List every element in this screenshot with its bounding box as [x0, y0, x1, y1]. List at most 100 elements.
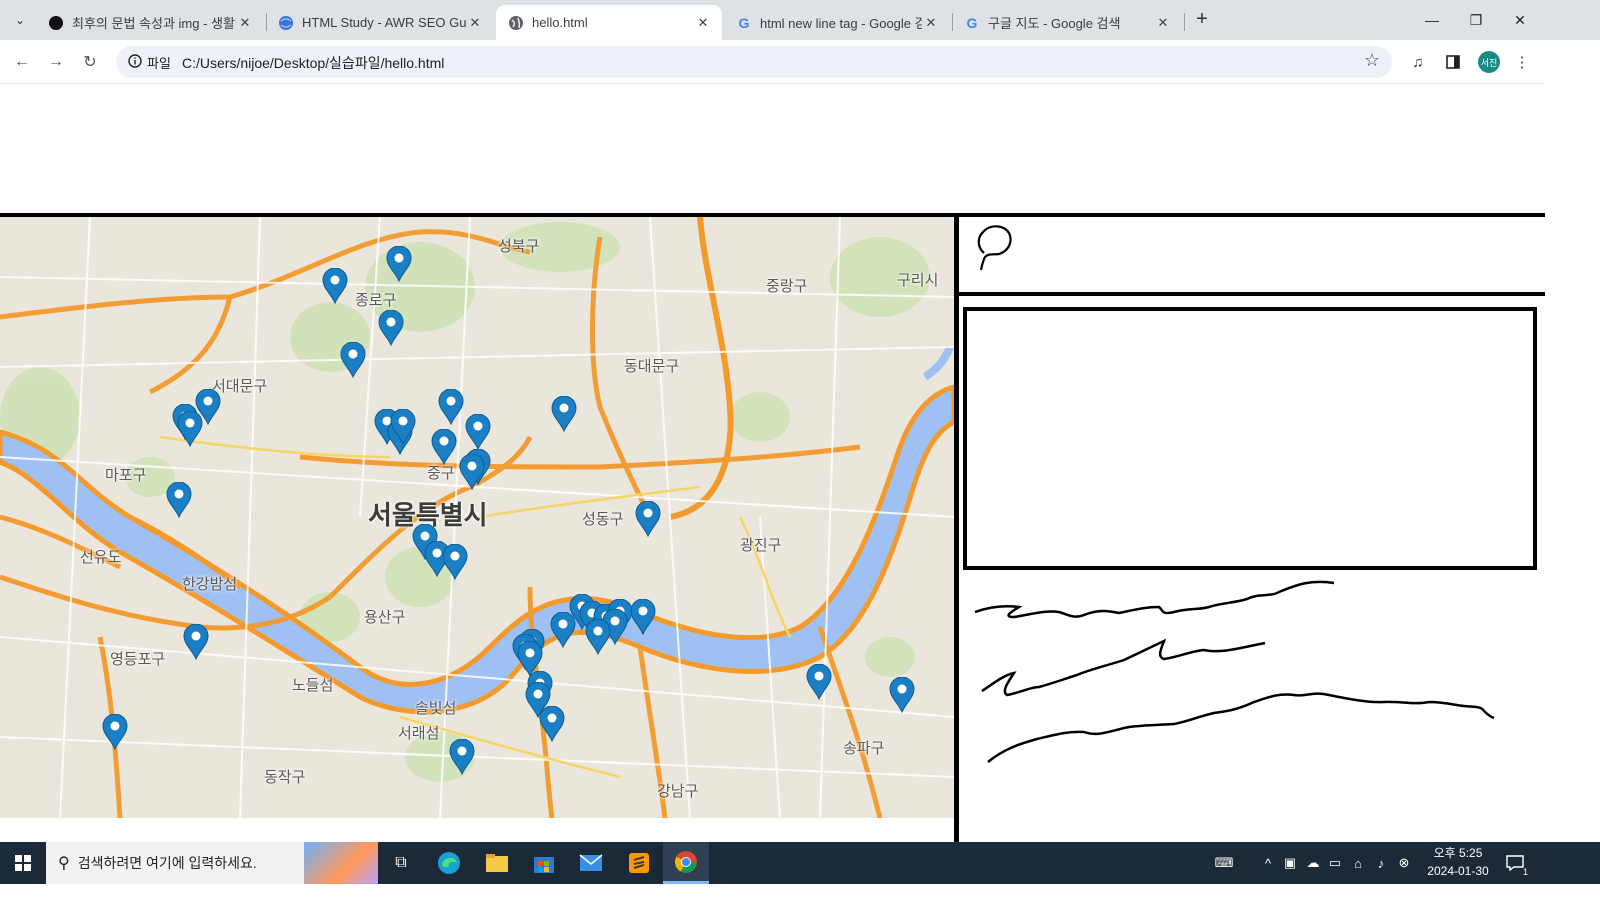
- close-window-button[interactable]: ✕: [1498, 0, 1542, 40]
- address-bar[interactable]: 파일 C:/Users/nijoe/Desktop/실습파일/hello.htm…: [116, 46, 1392, 78]
- map-pin-icon[interactable]: [166, 481, 192, 519]
- map-pin-icon[interactable]: [438, 388, 464, 426]
- kebab-menu-icon[interactable]: ⋮: [1511, 51, 1533, 73]
- close-icon[interactable]: ✕: [922, 15, 940, 31]
- store-app[interactable]: [521, 842, 567, 884]
- map-label: 동대문구: [624, 358, 680, 375]
- tab-2[interactable]: HTML Study - AWR SEO Guide ✕: [266, 5, 494, 40]
- map-pin-icon[interactable]: [386, 245, 412, 283]
- taskbar-clock[interactable]: 오후 5:25 2024-01-30: [1420, 844, 1496, 880]
- avatar[interactable]: 서진: [1478, 51, 1500, 73]
- notification-button[interactable]: 1: [1504, 853, 1528, 877]
- map-pin-icon[interactable]: [539, 705, 565, 743]
- map-pin-icon[interactable]: [102, 713, 128, 751]
- chrome-app[interactable]: [663, 842, 709, 884]
- reload-icon: ↻: [83, 54, 97, 71]
- close-icon[interactable]: ✕: [1154, 15, 1172, 31]
- tab-title: 구글 지도 - Google 검색: [988, 16, 1121, 31]
- file-explorer-app[interactable]: [474, 842, 520, 884]
- bookmark-star-icon[interactable]: ☆: [1364, 50, 1380, 71]
- forward-button[interactable]: →: [44, 50, 68, 74]
- cloud-icon[interactable]: ☁: [1303, 853, 1323, 873]
- map-pin-icon[interactable]: [630, 598, 656, 636]
- restore-icon: ❐: [1469, 11, 1483, 28]
- task-view-button[interactable]: ⧉: [378, 842, 424, 884]
- sublime-text-app[interactable]: [616, 842, 662, 884]
- speech-bubble-icon: [977, 225, 1012, 271]
- tab-strip: ⌄ 최후의 문법 속성과 img - 생활 ✕ HTML Study - AWR…: [0, 0, 1600, 40]
- scribble-line-2: [981, 638, 1266, 697]
- map-pin-icon[interactable]: [431, 428, 457, 466]
- minimize-button[interactable]: —: [1410, 0, 1454, 40]
- back-button[interactable]: ←: [10, 50, 34, 74]
- seoul-map-image[interactable]: 성북구 종로구 중랑구 구리시 서대문구 동대문구 마포구 중구 서울특별시 성…: [0, 217, 954, 818]
- media-control-icon[interactable]: ♫: [1407, 51, 1429, 73]
- map-pin-icon[interactable]: [322, 267, 348, 305]
- map-pin-icon[interactable]: [449, 738, 475, 776]
- start-button[interactable]: [0, 842, 46, 884]
- map-label: 광진구: [740, 537, 782, 554]
- keyboard-icon[interactable]: ⌨: [1212, 853, 1236, 873]
- map-label: 성북구: [498, 238, 540, 255]
- battery-icon[interactable]: ▭: [1325, 853, 1345, 873]
- minimize-icon: —: [1425, 12, 1439, 28]
- side-panel-icon[interactable]: [1442, 51, 1464, 73]
- network-icon[interactable]: ⌂: [1348, 853, 1368, 873]
- map-label: 종로구: [355, 292, 397, 309]
- map-label: 성동구: [582, 511, 624, 528]
- new-tab-button[interactable]: +: [1190, 8, 1214, 32]
- map-label: 선유도: [80, 549, 122, 566]
- tab-title: hello.html: [532, 15, 588, 30]
- map-pin-icon[interactable]: [585, 618, 611, 656]
- map-pin-icon[interactable]: [635, 500, 661, 538]
- map-pin-icon[interactable]: [550, 611, 576, 649]
- map-pin-icon[interactable]: [806, 663, 832, 701]
- map-pin-icon[interactable]: [889, 676, 915, 714]
- chrome-icon: [675, 850, 697, 873]
- clock-date: 2024-01-30: [1427, 864, 1489, 878]
- close-icon[interactable]: ✕: [694, 15, 712, 31]
- windows-taskbar: ⚲ 검색하려면 여기에 입력하세요. ⧉ ⌨ ^ ▣ ☁ ▭ ⌂ ♪ ⊗ 오후 …: [0, 842, 1600, 884]
- map-pin-icon[interactable]: [442, 543, 468, 581]
- map-pin-icon[interactable]: [340, 341, 366, 379]
- chevron-up-icon[interactable]: ^: [1258, 853, 1278, 873]
- map-pin-icon[interactable]: [551, 395, 577, 433]
- site-info-chip[interactable]: 파일: [122, 50, 177, 74]
- close-icon[interactable]: ✕: [466, 15, 484, 31]
- map-label: 중랑구: [766, 278, 808, 295]
- map-pin-icon[interactable]: [183, 623, 209, 661]
- map-pin-icon[interactable]: [390, 408, 416, 446]
- map-label: 마포구: [105, 467, 147, 484]
- map-pin-icon[interactable]: [177, 410, 203, 448]
- store-icon: [534, 857, 554, 873]
- map-pin-icon[interactable]: [465, 413, 491, 451]
- arrow-left-icon: ←: [14, 53, 30, 70]
- tab-5[interactable]: G 구글 지도 - Google 검색 ✕: [952, 5, 1182, 40]
- meet-icon[interactable]: ▣: [1280, 853, 1300, 873]
- tab-1[interactable]: 최후의 문법 속성과 img - 생활 ✕: [36, 5, 264, 40]
- mail-app[interactable]: [568, 842, 614, 884]
- tab-3-active[interactable]: hello.html ✕: [496, 5, 722, 40]
- globe-blue-icon: [278, 15, 294, 31]
- volume-icon[interactable]: ♪: [1371, 853, 1391, 873]
- reload-button[interactable]: ↻: [78, 50, 102, 74]
- no-sync-icon[interactable]: ⊗: [1394, 853, 1414, 873]
- info-icon: [128, 53, 142, 71]
- clock-time: 오후 5:25: [1433, 846, 1483, 860]
- edge-app[interactable]: [426, 842, 472, 884]
- black-circle-icon: [48, 15, 64, 31]
- map-label: 서래섬: [398, 725, 440, 742]
- tab-4[interactable]: G html new line tag - Google 검 ✕: [724, 5, 950, 40]
- tab-search-button[interactable]: ⌄: [8, 8, 32, 32]
- chevron-down-icon: ⌄: [14, 13, 26, 27]
- notification-icon: [1506, 855, 1524, 871]
- folder-icon: [486, 854, 508, 872]
- close-icon[interactable]: ✕: [236, 15, 254, 31]
- map-pin-icon[interactable]: [459, 453, 485, 491]
- taskbar-search-box[interactable]: ⚲ 검색하려면 여기에 입력하세요.: [46, 842, 378, 884]
- restore-button[interactable]: ❐: [1454, 0, 1498, 40]
- map-pin-icon[interactable]: [378, 309, 404, 347]
- map-label: 노들섬: [292, 677, 334, 694]
- url-text[interactable]: C:/Users/nijoe/Desktop/실습파일/hello.html: [182, 53, 444, 73]
- arrow-right-icon: →: [48, 53, 64, 70]
